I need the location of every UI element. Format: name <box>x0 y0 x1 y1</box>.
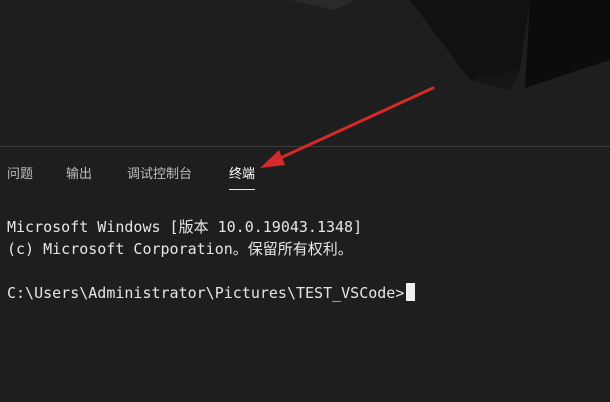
tab-debug-console[interactable]: 调试控制台 <box>127 160 192 190</box>
active-tab-indicator <box>229 189 256 190</box>
panel-divider <box>0 146 610 147</box>
terminal-line: (c) Microsoft Corporation。保留所有权利。 <box>7 240 353 258</box>
terminal-prompt-line: C:\Users\Administrator\Pictures\TEST_VSC… <box>7 282 607 304</box>
tab-label: 调试控制台 <box>127 167 193 182</box>
terminal-prompt: C:\Users\Administrator\Pictures\TEST_VSC… <box>7 284 405 302</box>
terminal-cursor <box>406 283 416 301</box>
tab-problems[interactable]: 问题 <box>7 160 33 190</box>
tab-output[interactable]: 输出 <box>66 160 92 190</box>
panel-tab-bar: 问题 输出 调试控制台 终端 <box>0 160 610 192</box>
tab-label: 问题 <box>7 167 34 182</box>
vscode-logo-icon <box>290 0 610 90</box>
tab-terminal[interactable]: 终端 <box>229 160 256 190</box>
tab-label: 终端 <box>229 167 256 182</box>
terminal-output[interactable]: Microsoft Windows [版本 10.0.19043.1348] (… <box>7 216 607 304</box>
terminal-line: Microsoft Windows [版本 10.0.19043.1348] <box>7 218 363 236</box>
vscode-panel-screenshot: 问题 输出 调试控制台 终端 Microsoft Windows [版本 10.… <box>0 0 610 402</box>
tab-label: 输出 <box>66 167 93 182</box>
